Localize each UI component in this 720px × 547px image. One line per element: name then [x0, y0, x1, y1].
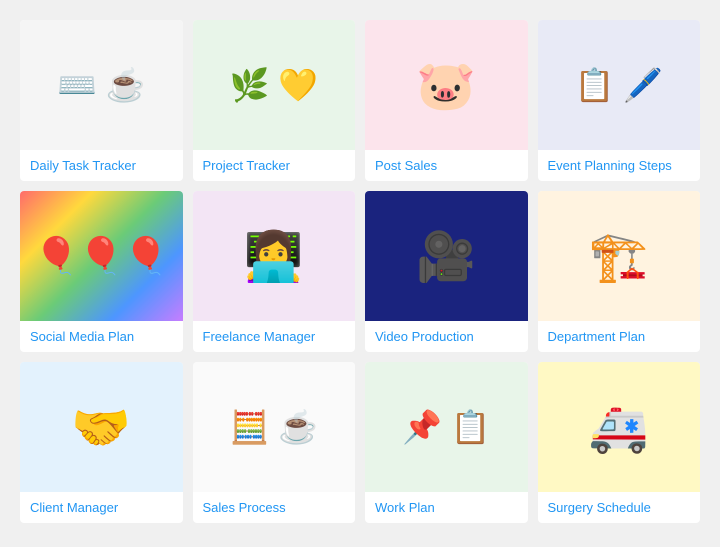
card-department-plan[interactable]: Department Plan: [538, 191, 701, 352]
card-label-social-media: Social Media Plan: [20, 321, 183, 352]
card-label-project-tracker: Project Tracker: [193, 150, 356, 181]
card-post-sales[interactable]: Post Sales: [365, 20, 528, 181]
card-label-post-sales: Post Sales: [365, 150, 528, 181]
card-image-sales-process: [193, 362, 356, 492]
card-social-media[interactable]: Social Media Plan: [20, 191, 183, 352]
card-image-freelance: [193, 191, 356, 321]
card-daily-task[interactable]: Daily Task Tracker: [20, 20, 183, 181]
card-event-planning[interactable]: Event Planning Steps: [538, 20, 701, 181]
card-label-client-manager: Client Manager: [20, 492, 183, 523]
card-freelance[interactable]: Freelance Manager: [193, 191, 356, 352]
card-label-freelance: Freelance Manager: [193, 321, 356, 352]
card-image-project-tracker: [193, 20, 356, 150]
card-image-post-sales: [365, 20, 528, 150]
card-image-social-media: [20, 191, 183, 321]
template-grid: Daily Task Tracker Project Tracker Post Sa…: [20, 20, 700, 523]
card-label-work-plan: Work Plan: [365, 492, 528, 523]
card-sales-process[interactable]: Sales Process: [193, 362, 356, 523]
card-surgery-schedule[interactable]: Surgery Schedule: [538, 362, 701, 523]
card-label-daily-task: Daily Task Tracker: [20, 150, 183, 181]
card-video-production[interactable]: Video Production: [365, 191, 528, 352]
card-image-video-production: [365, 191, 528, 321]
card-label-event-planning: Event Planning Steps: [538, 150, 701, 181]
card-label-video-production: Video Production: [365, 321, 528, 352]
card-label-surgery-schedule: Surgery Schedule: [538, 492, 701, 523]
card-image-event-planning: [538, 20, 701, 150]
card-image-department-plan: [538, 191, 701, 321]
card-image-surgery-schedule: [538, 362, 701, 492]
card-label-sales-process: Sales Process: [193, 492, 356, 523]
card-project-tracker[interactable]: Project Tracker: [193, 20, 356, 181]
card-work-plan[interactable]: Work Plan: [365, 362, 528, 523]
card-label-department-plan: Department Plan: [538, 321, 701, 352]
card-image-client-manager: [20, 362, 183, 492]
card-image-daily-task: [20, 20, 183, 150]
card-image-work-plan: [365, 362, 528, 492]
card-client-manager[interactable]: Client Manager: [20, 362, 183, 523]
